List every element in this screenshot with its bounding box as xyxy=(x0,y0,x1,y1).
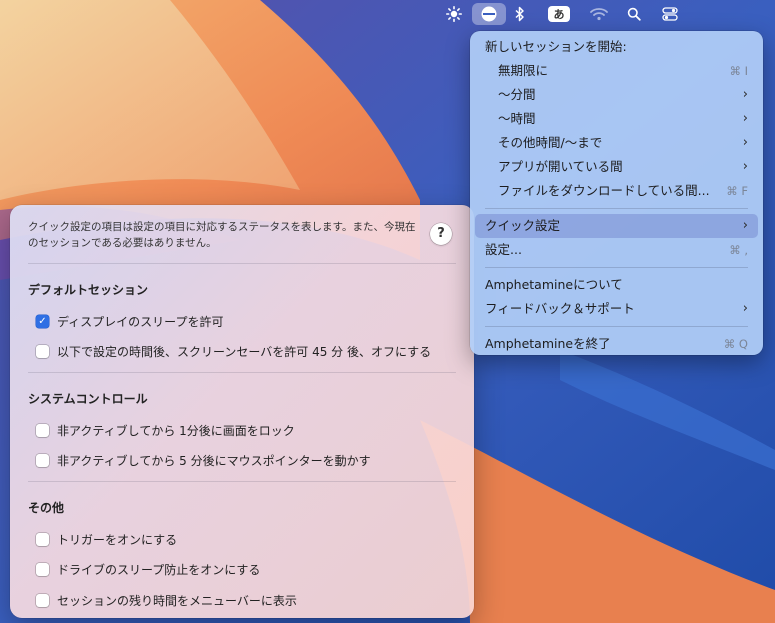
chevron-right-icon: › xyxy=(742,111,748,126)
section-title-default-session: デフォルトセッション xyxy=(28,283,149,297)
chevron-right-icon: › xyxy=(742,135,748,150)
menu-item-quit[interactable]: Amphetamineを終了 ⌘ Q xyxy=(475,332,758,356)
checkbox-label: ドライブのスリープ防止をオンにする xyxy=(57,563,261,577)
menu-separator xyxy=(485,208,748,209)
divider xyxy=(28,481,456,482)
sun-brightness-icon[interactable] xyxy=(444,3,464,25)
chevron-right-icon: › xyxy=(742,159,748,174)
checkbox-move-mouse[interactable]: 非アクティブしてから 5 分後にマウスポインターを動かす xyxy=(36,452,371,469)
checkbox-label: トリガーをオンにする xyxy=(57,533,178,547)
menu-item-minutes[interactable]: 〜分間 › xyxy=(475,83,758,107)
menu-item-other-time[interactable]: その他時間/〜まで › xyxy=(475,131,758,155)
divider xyxy=(28,263,456,264)
shortcut-label: ⌘ F xyxy=(726,184,748,198)
amphetamine-pill-icon[interactable] xyxy=(472,3,506,25)
shortcut-label: ⌘ Q xyxy=(723,337,748,351)
quick-settings-panel: クイック設定の項目は設定の項目に対応するステータスを表します。また、今現在のセッ… xyxy=(10,205,474,618)
checkbox[interactable] xyxy=(36,594,49,607)
panel-description: クイック設定の項目は設定の項目に対応するステータスを表します。また、今現在のセッ… xyxy=(28,221,416,249)
chevron-right-icon: › xyxy=(742,301,748,316)
menu-item-quick-settings[interactable]: クイック設定 › xyxy=(475,214,758,238)
amphetamine-menu: 新しいセッションを開始: 無期限に ⌘ I 〜分間 › 〜時間 › その他時間/… xyxy=(470,31,763,355)
shortcut-label: ⌘ , xyxy=(729,243,748,257)
bluetooth-icon[interactable] xyxy=(512,3,528,25)
help-button[interactable]: ? xyxy=(430,223,452,245)
checkbox-enable-triggers[interactable]: トリガーをオンにする xyxy=(36,531,177,548)
checkbox[interactable] xyxy=(36,345,49,358)
input-method-icon[interactable]: あ xyxy=(547,3,571,25)
chevron-right-icon: › xyxy=(742,87,748,102)
menu-bar: あ xyxy=(0,0,775,28)
menu-separator xyxy=(485,326,748,327)
checkbox[interactable] xyxy=(36,454,49,467)
menu-item-hours[interactable]: 〜時間 › xyxy=(475,107,758,131)
divider xyxy=(28,372,456,373)
checkbox[interactable] xyxy=(36,424,49,437)
checkbox-drive-alive[interactable]: ドライブのスリープ防止をオンにする xyxy=(36,561,260,578)
section-title-other: その他 xyxy=(28,501,65,515)
checkbox-lock-screen[interactable]: 非アクティブしてから 1分後に画面をロック xyxy=(36,422,295,439)
menu-item-about[interactable]: Amphetamineについて xyxy=(475,273,758,297)
checkbox[interactable]: ✓ xyxy=(36,315,49,328)
menu-item-settings[interactable]: 設定... ⌘ , xyxy=(475,238,758,262)
checkbox-label: セッションの残り時間をメニューバーに表示 xyxy=(57,594,297,608)
chevron-right-icon: › xyxy=(742,218,748,233)
shortcut-label: ⌘ I xyxy=(729,64,748,78)
checkbox-allow-screensaver[interactable]: 以下で設定の時間後、スクリーンセーバを許可 45 分 後、オフにする xyxy=(36,343,431,360)
checkbox-allow-display-sleep[interactable]: ✓ ディスプレイのスリープを許可 xyxy=(36,313,223,330)
checkbox-label: ディスプレイのスリープを許可 xyxy=(57,315,224,329)
checkbox[interactable] xyxy=(36,533,49,546)
checkbox-label: 非アクティブしてから 1分後に画面をロック xyxy=(57,424,295,438)
checkbox-show-remaining-time[interactable]: セッションの残り時間をメニューバーに表示 xyxy=(36,592,297,609)
control-center-icon[interactable] xyxy=(660,3,680,25)
menu-separator xyxy=(485,267,748,268)
menu-item-while-app-open[interactable]: アプリが開いている間 › xyxy=(475,155,758,179)
search-icon[interactable] xyxy=(625,3,643,25)
checkbox-label: 非アクティブしてから 5 分後にマウスポインターを動かす xyxy=(57,454,371,468)
input-method-label: あ xyxy=(548,6,570,22)
menu-item-while-downloading[interactable]: ファイルをダウンロードしている間... ⌘ F xyxy=(475,179,758,203)
section-title-system-control: システムコントロール xyxy=(28,392,148,406)
wifi-icon[interactable] xyxy=(588,3,610,25)
menu-header: 新しいセッションを開始: xyxy=(485,39,627,54)
menu-item-feedback[interactable]: フィードバック＆サポート › xyxy=(475,297,758,321)
checkbox[interactable] xyxy=(36,563,49,576)
menu-item-indefinitely[interactable]: 無期限に ⌘ I xyxy=(475,59,758,83)
checkbox-label: 以下で設定の時間後、スクリーンセーバを許可 45 分 後、オフにする xyxy=(57,345,432,359)
